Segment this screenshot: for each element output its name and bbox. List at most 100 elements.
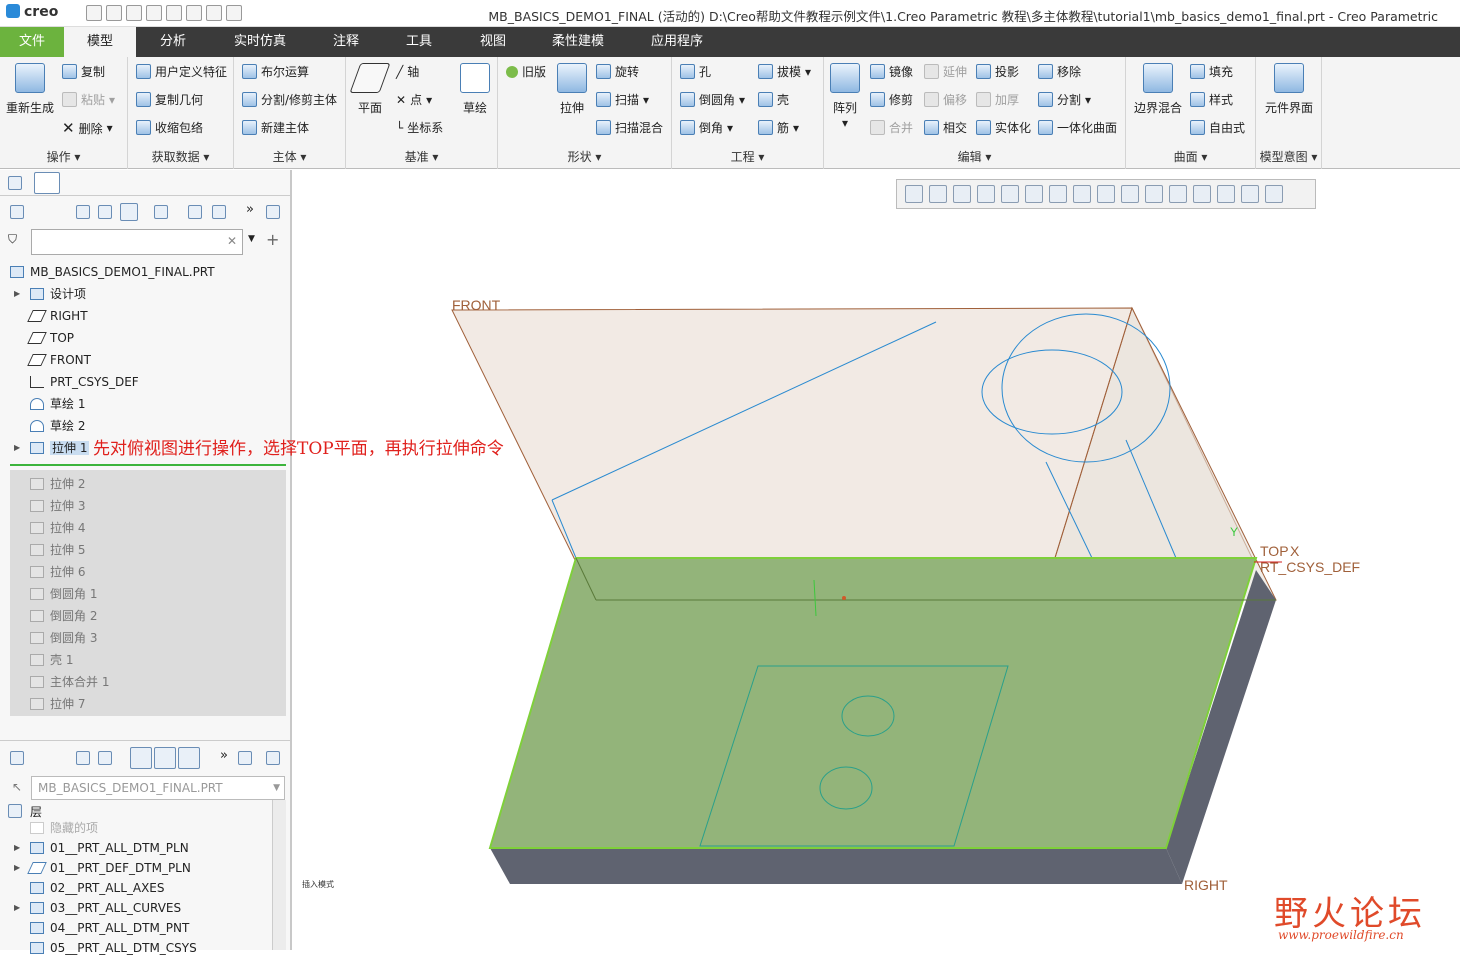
tree-item-sketch-2[interactable]: 草绘 2 bbox=[10, 416, 85, 436]
sweep-button[interactable]: 扫描 ▾ bbox=[596, 91, 649, 108]
layer-item[interactable]: 01__PRT_ALL_DTM_PLN bbox=[10, 838, 189, 858]
group-label-datum[interactable]: 基准 ▾ bbox=[346, 148, 497, 165]
component-interface-button[interactable]: 元件界面 bbox=[1260, 63, 1318, 116]
tree-root[interactable]: MB_BASICS_DEMO1_FINAL.PRT bbox=[8, 262, 215, 282]
chevron-down-icon[interactable]: ▼ bbox=[248, 234, 255, 244]
graphics-area[interactable]: FRONT TOP X Y RT_CSYS_DEF RIGHT 插入模式 野火论… bbox=[294, 170, 1460, 950]
new-body-button[interactable]: 新建主体 bbox=[242, 119, 309, 136]
shell-button[interactable]: 壳 bbox=[758, 91, 789, 108]
tree-item-extrude-4[interactable]: 拉伸 4 bbox=[10, 518, 85, 538]
group-label-body[interactable]: 主体 ▾ bbox=[234, 148, 345, 165]
split-button[interactable]: 分割 ▾ bbox=[1038, 91, 1091, 108]
model-tree-icon[interactable] bbox=[10, 205, 24, 219]
unify-surfaces-button[interactable]: 一体化曲面 bbox=[1038, 119, 1117, 136]
show-icon[interactable] bbox=[154, 205, 168, 219]
layer-item-hidden[interactable]: 隐藏的项 bbox=[10, 818, 98, 838]
layer-scrollbar[interactable] bbox=[272, 800, 286, 950]
tree-item-extrude-3[interactable]: 拉伸 3 bbox=[10, 496, 85, 516]
regenerate-icon[interactable] bbox=[186, 5, 202, 21]
layer-settings-icon[interactable] bbox=[76, 751, 90, 765]
axis-button[interactable]: ╱ 轴 bbox=[396, 63, 419, 80]
tab-flexible-modeling[interactable]: 柔性建模 bbox=[540, 27, 616, 57]
layer-item[interactable]: 02__PRT_ALL_AXES bbox=[10, 878, 165, 898]
pattern-button[interactable]: 阵列 ▾ bbox=[830, 63, 860, 130]
tab-tools[interactable]: 工具 bbox=[392, 27, 446, 57]
save-icon[interactable] bbox=[126, 5, 142, 21]
tree-filters-icon[interactable] bbox=[98, 205, 112, 219]
group-label-get-data[interactable]: 获取数据 ▾ bbox=[128, 148, 233, 165]
trim-button[interactable]: 修剪 bbox=[870, 91, 913, 108]
tree-item-design-items[interactable]: 设计项 bbox=[10, 284, 86, 304]
tree-item-round-2[interactable]: 倒圆角 2 bbox=[10, 606, 97, 626]
tree-item-csys[interactable]: PRT_CSYS_DEF bbox=[10, 372, 139, 392]
delete-button[interactable]: ✕ 删除 ▾ bbox=[62, 119, 113, 137]
layer-filter-icon[interactable] bbox=[98, 751, 112, 765]
layer-item[interactable]: 03__PRT_ALL_CURVES bbox=[10, 898, 181, 918]
tab-file[interactable]: 文件 bbox=[0, 27, 64, 57]
merge-button[interactable]: 合并 bbox=[870, 119, 913, 136]
point-button[interactable]: ✕ 点 ▾ bbox=[396, 91, 432, 108]
hole-button[interactable]: 孔 bbox=[680, 63, 711, 80]
more-icon[interactable]: » bbox=[246, 202, 254, 217]
draft-button[interactable]: 拔模 ▾ bbox=[758, 63, 811, 80]
more-icon[interactable]: » bbox=[220, 748, 228, 763]
offset-button[interactable]: 偏移 bbox=[924, 91, 967, 108]
tree-item-extrude-2[interactable]: 拉伸 2 bbox=[10, 474, 85, 494]
legacy-button[interactable]: 旧版 bbox=[506, 63, 546, 80]
windows-icon[interactable] bbox=[206, 5, 222, 21]
sort-icon[interactable] bbox=[188, 205, 202, 219]
extend-button[interactable]: 延伸 bbox=[924, 63, 967, 80]
layer-notes-icon[interactable] bbox=[266, 751, 280, 765]
boolean-button[interactable]: 布尔运算 bbox=[242, 63, 309, 80]
top-datum-plane-selected[interactable] bbox=[488, 557, 1258, 849]
paste-button[interactable]: 粘贴 ▾ bbox=[62, 91, 115, 108]
swept-blend-button[interactable]: 扫描混合 bbox=[596, 119, 663, 136]
tab-analysis[interactable]: 分析 bbox=[140, 27, 206, 57]
solidify-button[interactable]: 实体化 bbox=[976, 119, 1031, 136]
tree-item-round-1[interactable]: 倒圆角 1 bbox=[10, 584, 97, 604]
tab-model[interactable]: 模型 bbox=[64, 27, 136, 57]
boundary-blend-button[interactable]: 边界混合 bbox=[1132, 63, 1184, 116]
folder-browser-tab-icon[interactable] bbox=[34, 172, 60, 194]
group-label-engineering[interactable]: 工程 ▾ bbox=[672, 148, 823, 165]
tab-applications[interactable]: 应用程序 bbox=[636, 27, 718, 57]
chamfer-button[interactable]: 倒角 ▾ bbox=[680, 119, 733, 136]
tree-item-extrude-1[interactable]: 拉伸 1 bbox=[10, 438, 90, 458]
group-label-model-intent[interactable]: 模型意图 ▾ bbox=[1256, 148, 1321, 165]
notes-icon[interactable] bbox=[266, 205, 280, 219]
insert-mode-indicator[interactable] bbox=[10, 464, 286, 466]
close-window-icon[interactable] bbox=[226, 5, 242, 21]
tree-item-top[interactable]: TOP bbox=[10, 328, 74, 348]
tree-item-sketch-1[interactable]: 草绘 1 bbox=[10, 394, 85, 414]
layer-model-select[interactable]: MB_BASICS_DEMO1_FINAL.PRT ▼ bbox=[31, 776, 285, 800]
sketch-button[interactable]: 草绘 bbox=[456, 63, 494, 116]
group-label-surfaces[interactable]: 曲面 ▾ bbox=[1126, 148, 1255, 165]
layer-hide-icon[interactable] bbox=[154, 747, 176, 769]
split-body-button[interactable]: 分割/修剪主体 bbox=[242, 91, 337, 108]
fill-button[interactable]: 填充 bbox=[1190, 63, 1233, 80]
copy-geometry-button[interactable]: 复制几何 bbox=[136, 91, 203, 108]
tree-item-round-3[interactable]: 倒圆角 3 bbox=[10, 628, 97, 648]
plane-button[interactable]: 平面 bbox=[349, 63, 391, 116]
layer-item[interactable]: 05__PRT_ALL_DTM_CSYS bbox=[10, 938, 197, 958]
remove-button[interactable]: 移除 bbox=[1038, 63, 1081, 80]
tree-item-extrude-7[interactable]: 拉伸 7 bbox=[10, 694, 85, 714]
open-icon[interactable] bbox=[106, 5, 122, 21]
project-button[interactable]: 投影 bbox=[976, 63, 1019, 80]
clear-search-icon[interactable]: ✕ bbox=[227, 234, 237, 248]
model-tree-tab-icon[interactable] bbox=[8, 176, 22, 190]
regenerate-button[interactable]: 重新生成 bbox=[4, 63, 56, 116]
tab-annotate[interactable]: 注释 bbox=[316, 27, 376, 57]
part-front-face[interactable] bbox=[490, 848, 1182, 884]
tab-view[interactable]: 视图 bbox=[466, 27, 520, 57]
style-button[interactable]: 样式 bbox=[1190, 91, 1233, 108]
tree-item-front[interactable]: FRONT bbox=[10, 350, 91, 370]
group-label-shapes[interactable]: 形状 ▾ bbox=[498, 148, 671, 165]
layer-item[interactable]: 01__PRT_DEF_DTM_PLN bbox=[10, 858, 191, 878]
revolve-button[interactable]: 旋转 bbox=[596, 63, 639, 80]
tree-item-body-merge-1[interactable]: 主体合并 1 bbox=[10, 672, 109, 692]
redo-icon[interactable] bbox=[166, 5, 182, 21]
layer-properties-icon[interactable] bbox=[238, 751, 252, 765]
layer-show-icon[interactable] bbox=[130, 747, 152, 769]
tree-item-extrude-6[interactable]: 拉伸 6 bbox=[10, 562, 85, 582]
